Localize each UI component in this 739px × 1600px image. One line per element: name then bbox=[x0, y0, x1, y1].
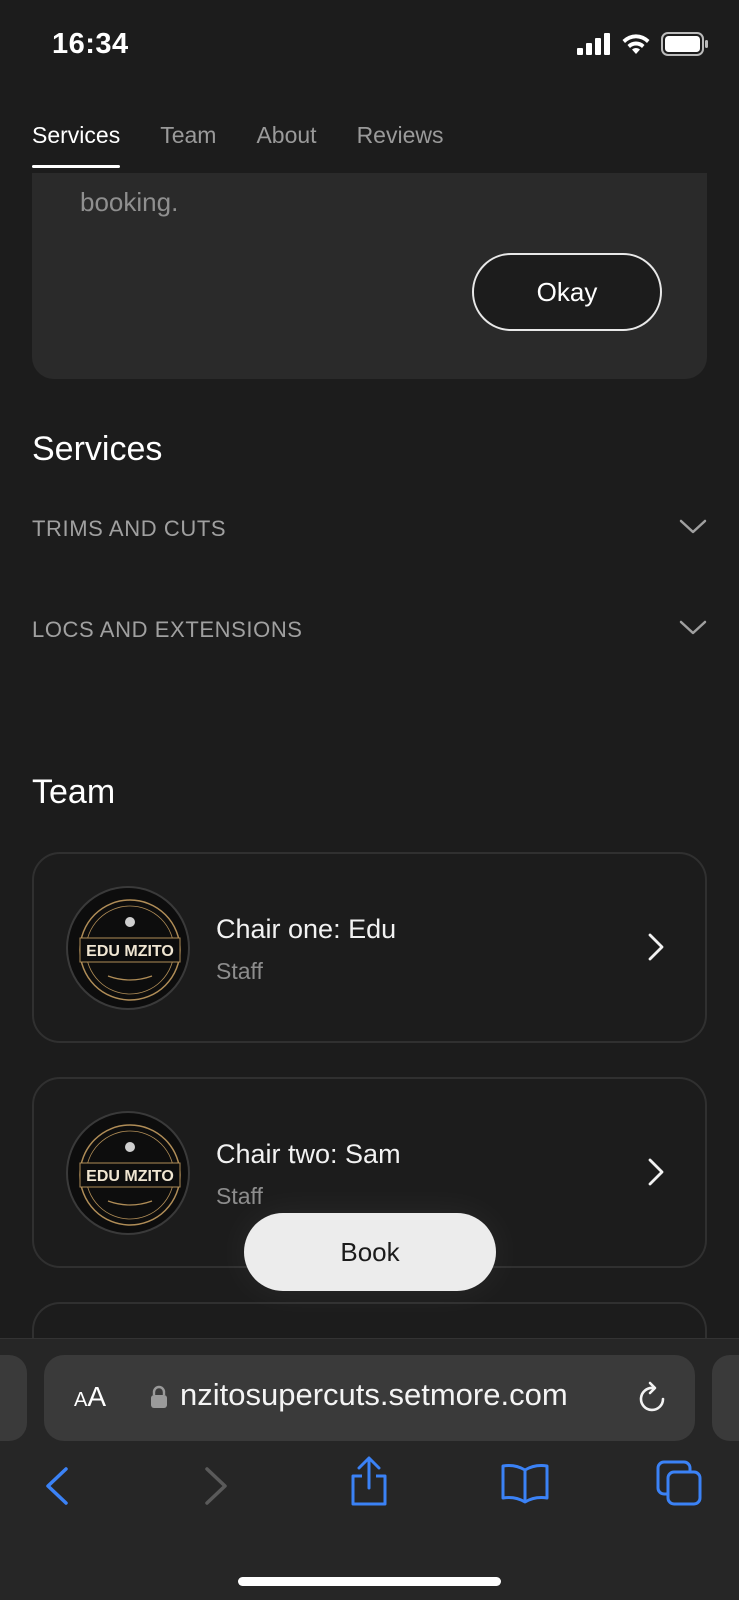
chevron-right-icon bbox=[647, 932, 665, 967]
notice-text: booking. bbox=[80, 187, 179, 217]
member-name: Chair one: Edu bbox=[216, 914, 397, 944]
back-icon[interactable] bbox=[44, 1466, 70, 1511]
home-indicator bbox=[238, 1577, 501, 1586]
accordion-locs-and-extensions[interactable]: LOCS AND EXTENSIONS bbox=[32, 605, 707, 655]
url-text: nzitosupercuts.setmore.com bbox=[180, 1377, 568, 1412]
battery-icon bbox=[661, 32, 709, 61]
member-name: Chair two: Sam bbox=[216, 1139, 401, 1169]
lock-icon bbox=[150, 1385, 168, 1414]
reload-icon[interactable] bbox=[637, 1381, 669, 1420]
forward-icon[interactable] bbox=[203, 1466, 229, 1511]
section-tabs: Services Team About Reviews bbox=[32, 112, 443, 168]
tabs-icon[interactable] bbox=[656, 1460, 704, 1511]
logo-text: EDU MZITO bbox=[86, 1168, 174, 1185]
avatar: EDU MZITO bbox=[66, 1111, 190, 1235]
tab-team[interactable]: Team bbox=[160, 112, 216, 168]
status-time: 16:34 bbox=[52, 28, 129, 60]
status-bar: 16:34 bbox=[0, 0, 739, 92]
reader-settings-button[interactable]: AA bbox=[74, 1381, 106, 1413]
booking-notice-card: booking. Okay bbox=[32, 173, 707, 379]
signal-icon bbox=[577, 33, 611, 60]
okay-button[interactable]: Okay bbox=[472, 253, 662, 331]
member-role: Staff bbox=[216, 958, 263, 984]
accordion-label: TRIMS AND CUTS bbox=[32, 516, 227, 541]
address-bar[interactable]: AA nzitosupercuts.setmore.com bbox=[44, 1355, 695, 1441]
tab-reviews[interactable]: Reviews bbox=[357, 112, 444, 168]
chevron-right-icon bbox=[647, 1157, 665, 1192]
wifi-icon bbox=[621, 33, 651, 60]
bookmarks-icon[interactable] bbox=[500, 1462, 550, 1509]
avatar: EDU MZITO bbox=[66, 886, 190, 1010]
chevron-down-icon bbox=[679, 620, 707, 641]
services-heading: Services bbox=[32, 430, 163, 468]
chevron-down-icon bbox=[679, 519, 707, 540]
browser-nav-toolbar bbox=[0, 1456, 739, 1536]
share-icon[interactable] bbox=[348, 1456, 390, 1513]
next-tab-preview[interactable] bbox=[712, 1355, 739, 1441]
browser-toolbar: AA nzitosupercuts.setmore.com bbox=[0, 1338, 739, 1600]
logo-text: EDU MZITO bbox=[86, 943, 174, 960]
tab-about[interactable]: About bbox=[256, 112, 316, 168]
team-member-card[interactable]: EDU MZITO Chair one: Edu Staff bbox=[32, 852, 707, 1043]
member-role: Staff bbox=[216, 1183, 263, 1209]
accordion-label: LOCS AND EXTENSIONS bbox=[32, 617, 303, 642]
previous-tab-preview[interactable] bbox=[0, 1355, 27, 1441]
tab-services[interactable]: Services bbox=[32, 112, 121, 168]
status-icons bbox=[577, 32, 709, 61]
book-button[interactable]: Book bbox=[244, 1213, 496, 1291]
accordion-trims-and-cuts[interactable]: TRIMS AND CUTS bbox=[32, 504, 707, 554]
team-heading: Team bbox=[32, 773, 116, 811]
